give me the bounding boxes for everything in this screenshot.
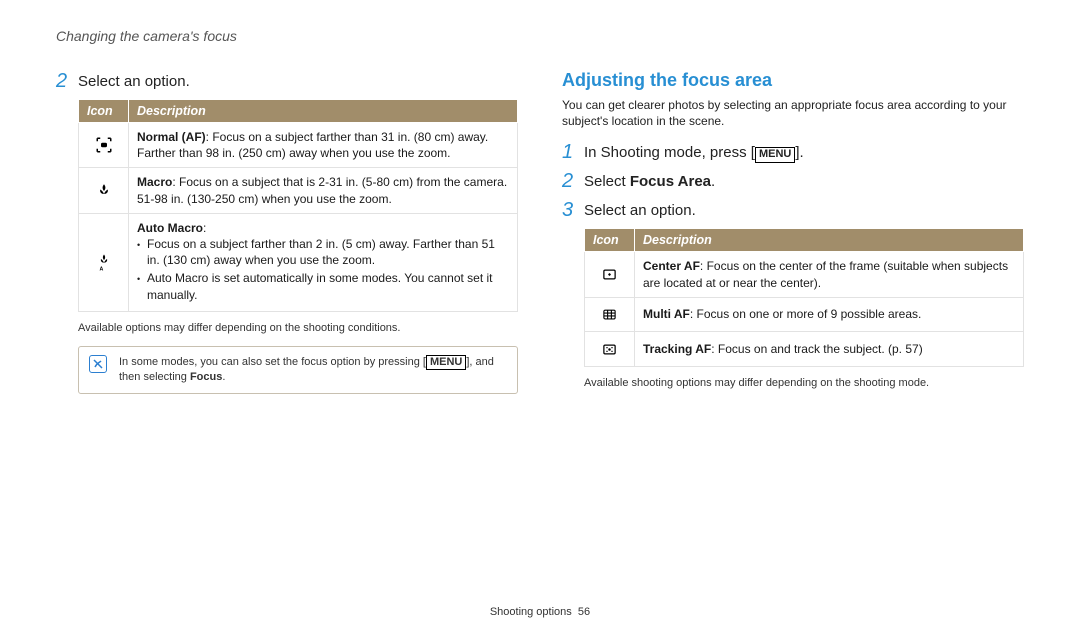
normal-af-desc: Normal (AF): Focus on a subject farther … xyxy=(129,123,518,168)
step-number: 3 xyxy=(562,199,584,222)
step-number: 1 xyxy=(562,141,584,164)
multi-af-icon xyxy=(585,297,635,332)
focus-area-table: Icon Description Center AF: Focus on the… xyxy=(584,228,1024,367)
step-text: Select Focus Area. xyxy=(584,170,715,192)
step-number: 2 xyxy=(562,170,584,193)
multi-af-desc: Multi AF: Focus on one or more of 9 poss… xyxy=(635,297,1024,332)
table-row: A Auto Macro: Focus on a subject farther… xyxy=(79,213,518,311)
th-desc: Description xyxy=(635,229,1024,252)
step-text: Select an option. xyxy=(78,70,190,92)
tip-box: In some modes, you can also set the focu… xyxy=(78,346,518,395)
section-title: Adjusting the focus area xyxy=(562,70,1024,91)
left-column: 2 Select an option. Icon Description AF … xyxy=(56,70,518,401)
table-row: AF Normal (AF): Focus on a subject farth… xyxy=(79,123,518,168)
svg-text:A: A xyxy=(99,266,103,271)
table-row: Center AF: Focus on the center of the fr… xyxy=(585,252,1024,297)
step-text: In Shooting mode, press [MENU]. xyxy=(584,141,804,163)
center-af-desc: Center AF: Focus on the center of the fr… xyxy=(635,252,1024,297)
step-number: 2 xyxy=(56,70,78,93)
page-header: Changing the camera's focus xyxy=(56,28,1024,44)
section-intro: You can get clearer photos by selecting … xyxy=(562,97,1024,129)
left-note: Available options may differ depending o… xyxy=(78,322,518,334)
macro-desc: Macro: Focus on a subject that is 2-31 i… xyxy=(129,168,518,213)
menu-button-label: MENU xyxy=(426,355,466,370)
center-af-icon xyxy=(585,252,635,297)
tracking-af-desc: Tracking AF: Focus on and track the subj… xyxy=(635,332,1024,367)
auto-macro-icon: A xyxy=(79,213,129,311)
right-column: Adjusting the focus area You can get cle… xyxy=(562,70,1024,401)
right-note: Available shooting options may differ de… xyxy=(584,377,1024,389)
th-desc: Description xyxy=(129,100,518,123)
table-row: Tracking AF: Focus on and track the subj… xyxy=(585,332,1024,367)
table-row: Multi AF: Focus on one or more of 9 poss… xyxy=(585,297,1024,332)
th-icon: Icon xyxy=(585,229,635,252)
page-footer: Shooting options 56 xyxy=(0,606,1080,618)
tip-text: In some modes, you can also set the focu… xyxy=(119,355,507,386)
normal-af-icon: AF xyxy=(79,123,129,168)
menu-button-label: MENU xyxy=(755,147,795,162)
macro-icon xyxy=(79,168,129,213)
table-row: Macro: Focus on a subject that is 2-31 i… xyxy=(79,168,518,213)
auto-macro-desc: Auto Macro: Focus on a subject farther t… xyxy=(129,213,518,311)
tracking-af-icon xyxy=(585,332,635,367)
step-text: Select an option. xyxy=(584,199,696,221)
th-icon: Icon xyxy=(79,100,129,123)
svg-text:AF: AF xyxy=(102,143,106,147)
tip-icon xyxy=(89,355,107,373)
focus-mode-table: Icon Description AF Normal (AF): Focus o… xyxy=(78,99,518,312)
